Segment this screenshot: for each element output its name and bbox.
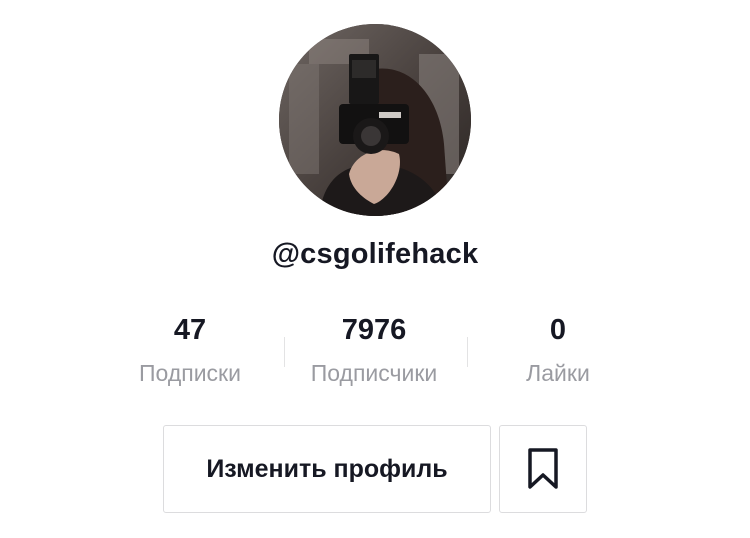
followers-label: Подписчики [310, 360, 438, 386]
avatar-photo [279, 24, 471, 216]
stat-followers[interactable]: 7976 Подписчики [294, 310, 454, 388]
likes-count: 0 [549, 314, 567, 346]
stat-divider [284, 337, 285, 367]
stat-following[interactable]: 47 Подписки [110, 310, 270, 388]
stat-likes[interactable]: 0 Лайки [478, 310, 638, 388]
username: @csgolifehack [271, 238, 479, 270]
followers-count: 7976 [341, 314, 407, 346]
bookmark-button[interactable] [499, 425, 587, 513]
following-label: Подписки [139, 360, 241, 386]
bookmark-icon [528, 448, 558, 489]
stat-divider [467, 337, 468, 367]
edit-profile-button[interactable]: Изменить профиль [163, 425, 491, 513]
following-count: 47 [173, 314, 207, 346]
avatar[interactable] [279, 24, 471, 216]
likes-label: Лайки [526, 360, 590, 386]
